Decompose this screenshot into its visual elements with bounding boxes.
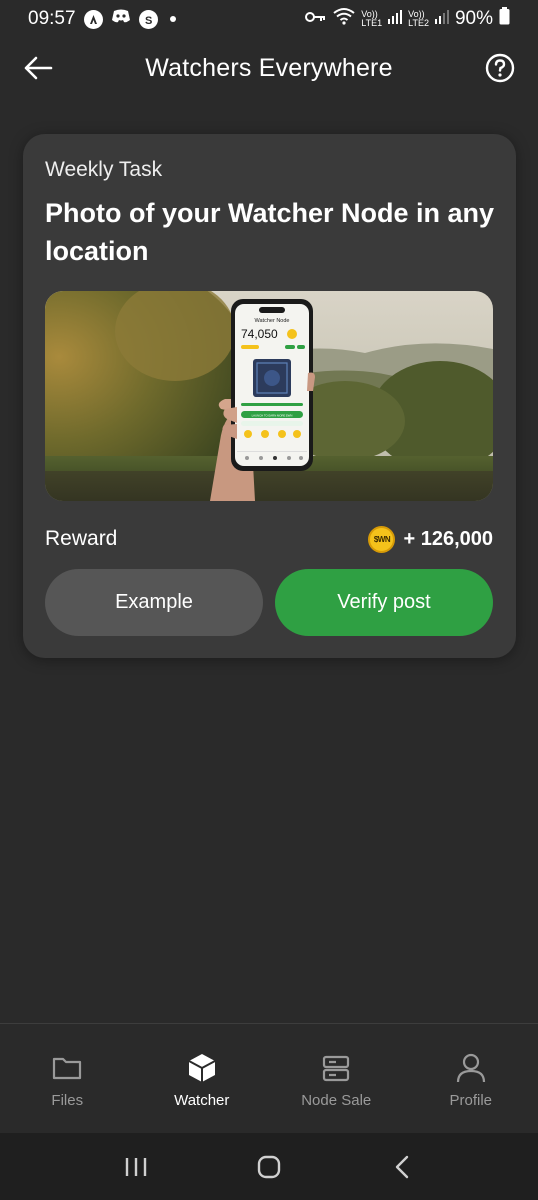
server-icon — [323, 1055, 350, 1082]
cube-icon — [188, 1054, 216, 1082]
battery-percent: 90% — [454, 8, 493, 29]
status-bar: 09:57 S Vo)) LTE1 Vo)) LTE2 90% — [0, 0, 538, 38]
system-navigation-bar — [0, 1133, 538, 1200]
wn-coin-icon: $WN — [368, 525, 396, 553]
bottom-navigation: Files Watcher Node Sale Profile — [0, 1023, 538, 1133]
folder-icon — [53, 1057, 82, 1080]
phone-header-text: Watcher Node — [255, 318, 290, 324]
back-button[interactable] — [20, 52, 56, 84]
reward-label: Reward — [45, 527, 118, 550]
reward-amount: $WN + 126,000 — [368, 525, 493, 553]
nav-item-node-sale[interactable]: Node Sale — [269, 1024, 404, 1133]
s-app-icon: S — [138, 9, 158, 29]
home-button[interactable] — [249, 1147, 289, 1187]
home-icon — [257, 1155, 281, 1178]
task-card: Weekly Task Photo of your Watcher Node i… — [23, 134, 516, 658]
nav-item-files[interactable]: Files — [0, 1024, 135, 1133]
nav-label-files: Files — [51, 1092, 84, 1109]
discord-icon — [111, 8, 131, 30]
signal-1-icon — [388, 8, 403, 30]
question-circle-icon — [485, 53, 515, 83]
arrow-left-icon — [24, 56, 53, 80]
phone-balance-text: 74,050 — [241, 327, 278, 341]
task-subtitle: Weekly Task — [45, 158, 163, 181]
verify-post-button[interactable]: Verify post — [275, 569, 493, 636]
key-icon — [305, 8, 327, 30]
battery-icon — [499, 7, 510, 31]
task-example-image: Watcher Node 74,050 LAUNCH TO EARN MORE … — [45, 291, 493, 501]
task-title: Photo of your Watcher Node in any locati… — [45, 198, 495, 266]
nav-label-profile: Profile — [449, 1092, 493, 1109]
page-title: Watchers Everywhere — [145, 53, 393, 82]
person-icon — [456, 1053, 485, 1083]
nav-label-watcher: Watcher — [174, 1092, 230, 1109]
reward-value-text: + 126,000 — [403, 527, 493, 550]
recent-apps-button[interactable] — [116, 1147, 156, 1187]
chevron-left-icon — [395, 1155, 408, 1178]
phone-cta-text: LAUNCH TO EARN MORE $WN — [252, 414, 293, 418]
system-back-button[interactable] — [382, 1147, 422, 1187]
nav-item-watcher[interactable]: Watcher — [135, 1024, 270, 1133]
svg-text:S: S — [145, 15, 152, 26]
more-notifications-dot — [169, 16, 176, 22]
help-button[interactable] — [484, 52, 516, 84]
app-notification-icon — [83, 9, 103, 29]
network-2-label: Vo)) LTE2 — [408, 9, 429, 28]
reward-row: Reward $WN + 126,000 — [45, 522, 493, 556]
example-button[interactable]: Example — [45, 569, 263, 636]
app-bar: Watchers Everywhere — [0, 38, 538, 98]
nav-label-node-sale: Node Sale — [301, 1092, 372, 1109]
network-1-label: Vo)) LTE1 — [361, 9, 383, 28]
status-time: 09:57 — [28, 8, 76, 29]
wifi-icon — [333, 7, 355, 31]
nav-item-profile[interactable]: Profile — [404, 1024, 538, 1133]
signal-2-icon — [434, 8, 449, 30]
recent-apps-icon — [126, 1157, 147, 1176]
